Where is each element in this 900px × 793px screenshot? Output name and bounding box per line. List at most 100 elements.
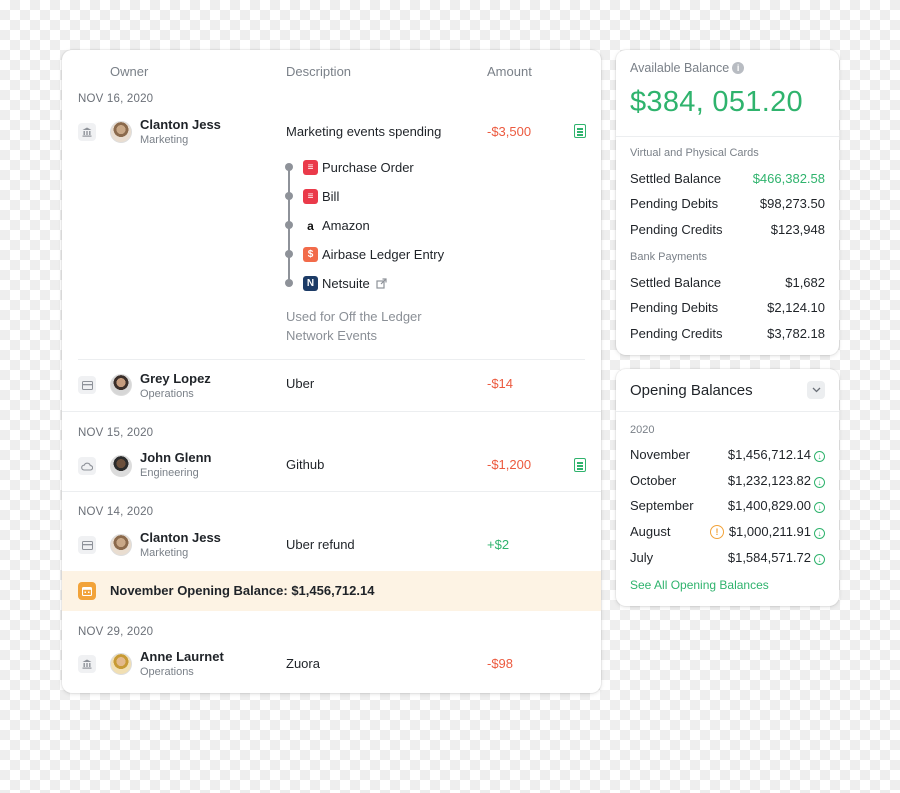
date-group-label: NOV 16, 2020 [78, 93, 154, 105]
available-balance-label: Available Balance i [630, 61, 745, 75]
avatar [110, 455, 132, 477]
linked-item-netsuite[interactable]: Netsuite [322, 276, 387, 292]
bank-icon [78, 655, 96, 673]
download-icon[interactable]: ↓ [814, 477, 825, 488]
owner-name: John Glenn [140, 450, 212, 465]
balance-row-label: Pending Debits [630, 300, 719, 315]
month-balance[interactable]: $1,584,571.72 ↓ [728, 550, 825, 565]
timeline-dot [285, 192, 293, 200]
balance-row-value: $123,948 [770, 222, 825, 237]
available-balance-amount: $384, 051.20 [630, 86, 803, 118]
dollar-icon: $ [303, 247, 318, 262]
warning-icon[interactable]: ! [710, 525, 724, 539]
download-icon[interactable]: ↓ [814, 502, 825, 513]
transaction-amount: -$3,500 [487, 124, 532, 139]
timeline-dot [285, 163, 293, 171]
group-divider [62, 411, 601, 412]
linked-item-purchase-order[interactable]: Purchase Order [322, 160, 414, 175]
collapse-button[interactable] [807, 381, 825, 399]
balance-row-label: Pending Credits [630, 222, 723, 237]
month-balance-value: $1,400,829.00 [727, 498, 811, 513]
owner-department: Operations [140, 388, 194, 400]
balance-row-label: Pending Credits [630, 326, 723, 341]
opening-balances-card: Opening Balances 2020 November $1,456,71… [616, 369, 839, 606]
see-all-opening-balances-link[interactable]: See All Opening Balances [630, 578, 769, 592]
date-group-label: NOV 14, 2020 [78, 506, 154, 518]
month-balance[interactable]: $1,232,123.82 ↓ [728, 473, 825, 488]
cloud-icon [78, 457, 96, 475]
opening-balances-title: Opening Balances [630, 382, 753, 399]
external-link-icon[interactable] [376, 277, 387, 292]
transaction-amount: -$98 [487, 656, 514, 671]
linked-item-airbase-ledger-entry[interactable]: Airbase Ledger Entry [322, 247, 444, 262]
amount-column-header[interactable]: Amount [487, 64, 532, 79]
avatar [110, 374, 132, 396]
balance-row-value: $3,782.18 [767, 326, 825, 341]
group-divider [62, 491, 601, 492]
available-balance-title: Available Balance [630, 61, 730, 75]
banner-text: November Opening Balance: $1,456,712.14 [110, 583, 375, 598]
avatar [110, 653, 132, 675]
section-divider [616, 136, 839, 137]
month-label: August [630, 524, 671, 539]
avatar [110, 121, 132, 143]
transaction-amount: -$1,200 [487, 457, 532, 472]
transaction-description: Zuora [286, 656, 320, 671]
transactions-card: Owner Description Amount NOV 16, 2020 Cl… [62, 50, 601, 693]
date-group-label: NOV 29, 2020 [78, 626, 154, 638]
card-icon [78, 536, 96, 554]
linked-item-amazon[interactable]: Amazon [322, 218, 370, 233]
amazon-icon: a [303, 218, 318, 233]
transaction-amount: -$14 [487, 376, 514, 391]
owner-column-header[interactable]: Owner [110, 64, 148, 79]
month-balance-value: $1,232,123.82 [727, 473, 811, 488]
timeline-dot [285, 250, 293, 258]
date-group-label: NOV 15, 2020 [78, 427, 154, 439]
balance-row-value: $2,124.10 [767, 300, 825, 315]
owner-name: Clanton Jess [140, 117, 221, 132]
bill-icon: ≡ [303, 189, 318, 204]
section-divider [616, 411, 839, 412]
transaction-description: Uber refund [286, 537, 355, 552]
owner-name: Anne Laurnet [140, 649, 224, 664]
owner-department: Engineering [140, 467, 199, 479]
transaction-description: Uber [286, 376, 315, 391]
linked-item-bill[interactable]: Bill [322, 189, 339, 204]
download-icon[interactable]: ↓ [814, 528, 825, 539]
info-icon[interactable]: i [732, 62, 745, 74]
balance-row-value: $466,382.58 [752, 171, 825, 186]
owner-department: Marketing [140, 547, 189, 559]
month-balance-value: $1,456,712.14 [727, 447, 811, 462]
month-balance-value: $1,000,211.91 [728, 524, 811, 539]
balance-row-value: $1,682 [785, 275, 825, 290]
timeline-dot [285, 221, 293, 229]
month-label: July [630, 550, 654, 565]
balance-row-value: $98,273.50 [759, 196, 825, 211]
month-label: October [630, 473, 677, 488]
description-column-header[interactable]: Description [286, 64, 351, 79]
month-balance[interactable]: $1,000,211.91 ↓ [729, 524, 825, 539]
chevron-down-icon [812, 385, 821, 396]
download-icon[interactable]: ↓ [814, 554, 825, 565]
available-balance-card: Available Balance i $384, 051.20 Virtual … [616, 50, 839, 355]
timeline-dot [285, 279, 293, 287]
owner-name: Clanton Jess [140, 530, 221, 545]
row-divider [78, 359, 585, 360]
download-icon[interactable]: ↓ [814, 451, 825, 462]
owner-name: Grey Lopez [140, 371, 211, 386]
balance-row-label: Settled Balance [630, 275, 722, 290]
receipt-icon[interactable] [574, 458, 586, 472]
transaction-description: Github [286, 457, 325, 472]
month-label: November [630, 447, 690, 462]
purchase-order-icon: ≡ [303, 160, 318, 175]
transaction-description: Marketing events spending [286, 124, 442, 139]
ledger-note: Network Events [286, 328, 378, 343]
month-balance[interactable]: $1,400,829.00 ↓ [728, 498, 825, 513]
opening-balance-banner[interactable]: November Opening Balance: $1,456,712.14 [62, 571, 601, 611]
linked-item-label: Netsuite [322, 276, 370, 291]
owner-department: Operations [140, 666, 194, 678]
month-balance[interactable]: $1,456,712.14 ↓ [728, 447, 825, 462]
transaction-amount: +$2 [487, 537, 510, 552]
section-label: Bank Payments [630, 251, 708, 263]
receipt-icon[interactable] [574, 124, 586, 138]
